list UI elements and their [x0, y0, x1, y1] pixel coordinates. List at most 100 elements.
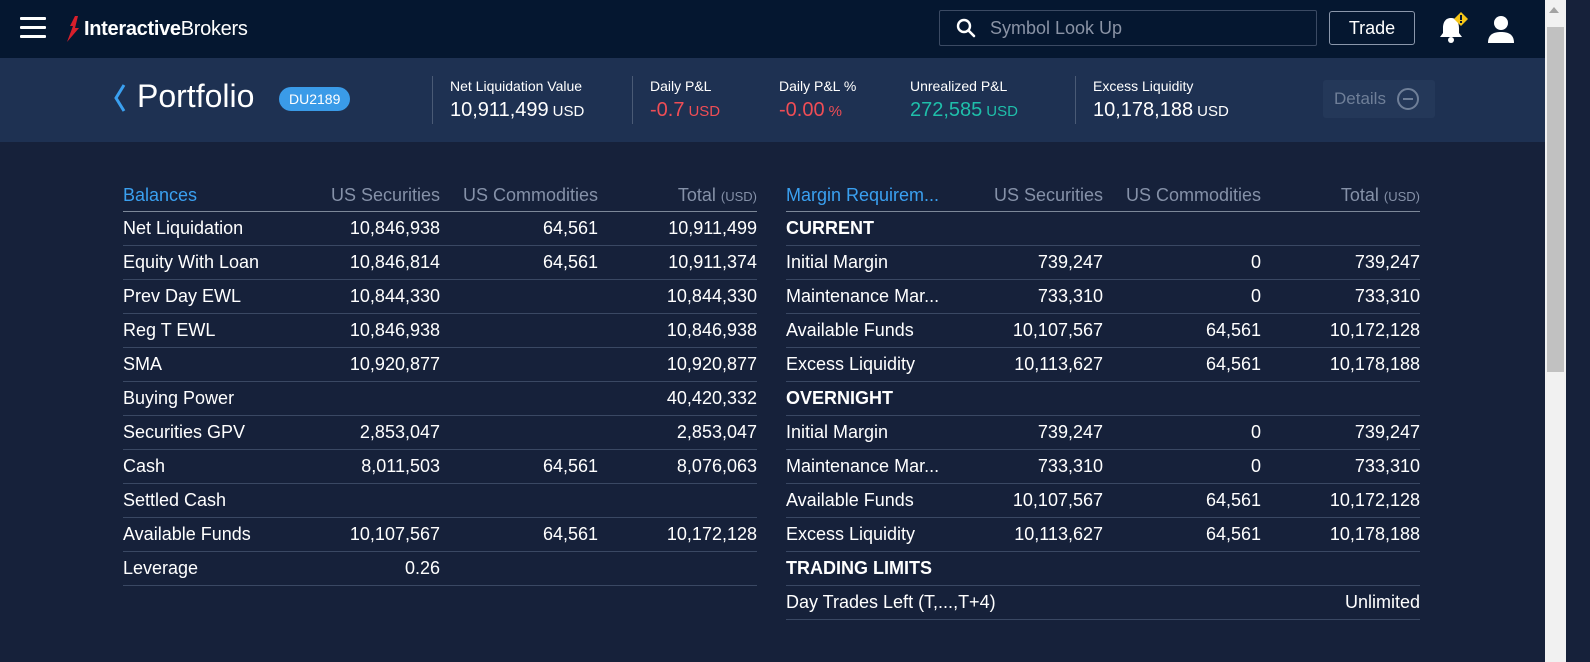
total-value [598, 483, 757, 518]
metric-value: 272,585 [910, 99, 983, 121]
us-securities-value: 739,247 [976, 245, 1103, 280]
table-row: Settled Cash [123, 483, 757, 518]
total-value: 8,076,063 [598, 449, 757, 484]
table-row: Maintenance Mar... 733,310 0 733,310 [786, 279, 1420, 314]
us-securities-value: 733,310 [976, 279, 1103, 314]
section-title: OVERNIGHT [786, 381, 1420, 416]
details-label: Details [1334, 89, 1386, 108]
metric-label: Excess Liquidity [1093, 78, 1194, 94]
currency-label: (USD) [1383, 189, 1420, 204]
us-securities-value [313, 381, 440, 416]
table-row: Excess Liquidity 10,113,627 64,561 10,178,1… [786, 517, 1420, 552]
user-account-icon[interactable] [1486, 14, 1516, 44]
symbol-search-input[interactable] [988, 16, 1316, 40]
us-commodities-value: 0 [1103, 279, 1261, 314]
us-securities-value: 10,844,330 [313, 279, 440, 314]
table-row: Day Trades Left (T,...,T+4) Unlimited [786, 585, 1420, 620]
total-value: 10,911,374 [598, 245, 757, 280]
margin-requirements-header[interactable]: Margin Requirem... [786, 180, 976, 212]
row-label: Buying Power [123, 381, 313, 416]
table-row: Securities GPV 2,853,047 2,853,047 [123, 415, 757, 450]
us-commodities-value: 64,561 [440, 517, 598, 552]
section-title: CURRENT [786, 211, 1420, 246]
top-navigation-bar: InteractiveBrokers Trade [0, 0, 1545, 58]
row-label: Equity With Loan [123, 245, 313, 280]
table-row: Net Liquidation 10,846,938 64,561 10,911,49… [123, 211, 757, 246]
metric-value: -0.00 [779, 99, 825, 121]
us-securities-value: 10,920,877 [313, 347, 440, 382]
metric-net-liquidation: Net Liquidation Value 10,911,499 USD [450, 78, 584, 122]
bell-warning-icon[interactable] [1438, 12, 1468, 44]
table-row: Buying Power 40,420,332 [123, 381, 757, 416]
total-value: 739,247 [1261, 415, 1420, 450]
collapse-circle-icon [1396, 88, 1419, 110]
column-header-total[interactable]: Total (USD) [1261, 180, 1420, 212]
us-securities-value: 733,310 [976, 449, 1103, 484]
column-header-us-commodities[interactable]: US Commodities [1103, 180, 1261, 212]
us-securities-value: 10,846,938 [313, 211, 440, 246]
row-label: Excess Liquidity [786, 347, 976, 382]
us-commodities-value [440, 313, 598, 348]
total-value: 739,247 [1261, 245, 1420, 280]
table-row: Prev Day EWL 10,844,330 10,844,330 [123, 279, 757, 314]
margin-table-body: CURRENT Initial Margin 739,247 0 739,247 Main… [786, 211, 1420, 620]
table-row: Available Funds 10,107,567 64,561 10,172,12… [786, 313, 1420, 348]
total-value: 10,172,128 [1261, 313, 1420, 348]
back-chevron-icon[interactable] [113, 84, 127, 112]
us-commodities-value [440, 415, 598, 450]
symbol-search[interactable] [939, 10, 1317, 46]
row-label: Available Funds [786, 313, 976, 348]
row-label: SMA [123, 347, 313, 382]
account-badge[interactable]: DU2189 [279, 87, 351, 111]
total-value: 10,844,330 [598, 279, 757, 314]
us-securities-value: 10,107,567 [313, 517, 440, 552]
row-label: Reg T EWL [123, 313, 313, 348]
us-commodities-value: 64,561 [440, 245, 598, 280]
column-header-us-securities[interactable]: US Securities [976, 180, 1103, 212]
metric-unit: % [828, 103, 842, 120]
column-header-us-securities[interactable]: US Securities [313, 180, 440, 212]
divider [1075, 76, 1076, 124]
us-commodities-value: 64,561 [440, 211, 598, 246]
total-label: Total [1340, 185, 1379, 205]
total-value: 10,172,128 [598, 517, 757, 552]
total-value [598, 551, 757, 586]
margin-requirements-table: Margin Requirem... US Securities US Comm… [786, 180, 1420, 620]
details-button[interactable]: Details [1323, 80, 1435, 118]
us-securities-value: 0.26 [313, 551, 440, 586]
total-label: Total [677, 185, 716, 205]
section-row: TRADING LIMITS [786, 551, 1420, 586]
metric-label: Net Liquidation Value [450, 78, 583, 94]
balances-header[interactable]: Balances [123, 180, 313, 212]
total-value: 10,911,499 [598, 211, 757, 246]
row-label: Day Trades Left (T,...,T+4) [786, 585, 1103, 620]
metric-value: 10,178,188 [1093, 99, 1194, 121]
table-row: Available Funds 10,107,567 64,561 10,172,12… [123, 517, 757, 552]
column-header-us-commodities[interactable]: US Commodities [440, 180, 598, 212]
section-title: TRADING LIMITS [786, 551, 1420, 586]
brand-logo[interactable]: InteractiveBrokers [66, 14, 248, 44]
metric-unit: USD [986, 103, 1018, 120]
metric-label: Daily P&L [650, 78, 712, 94]
page-title: Portfolio [137, 78, 255, 114]
us-commodities-value: 64,561 [1103, 483, 1261, 518]
us-securities-value: 2,853,047 [313, 415, 440, 450]
us-commodities-value: 0 [1103, 415, 1261, 450]
row-label: Prev Day EWL [123, 279, 313, 314]
trade-button[interactable]: Trade [1329, 11, 1415, 45]
table-row: Maintenance Mar... 733,310 0 733,310 [786, 449, 1420, 484]
row-label: Leverage [123, 551, 313, 586]
portfolio-summary-bar: Portfolio DU2189 Net Liquidation Value 1… [0, 58, 1545, 142]
total-value: 2,853,047 [598, 415, 757, 450]
balances-table-body: Net Liquidation 10,846,938 64,561 10,911,49… [123, 211, 757, 586]
search-icon [956, 18, 976, 38]
scroll-up-arrow-icon[interactable] [1549, 7, 1559, 13]
hamburger-menu-icon[interactable] [20, 17, 46, 39]
scrollbar-thumb[interactable] [1547, 27, 1564, 372]
table-header-row: Balances US Securities US Commodities To… [123, 180, 757, 212]
metric-excess-liquidity: Excess Liquidity 10,178,188 USD [1093, 78, 1229, 122]
table-row: Initial Margin 739,247 0 739,247 [786, 415, 1420, 450]
column-header-total[interactable]: Total (USD) [598, 180, 757, 212]
us-securities-value: 10,846,814 [313, 245, 440, 280]
us-commodities-value [440, 381, 598, 416]
